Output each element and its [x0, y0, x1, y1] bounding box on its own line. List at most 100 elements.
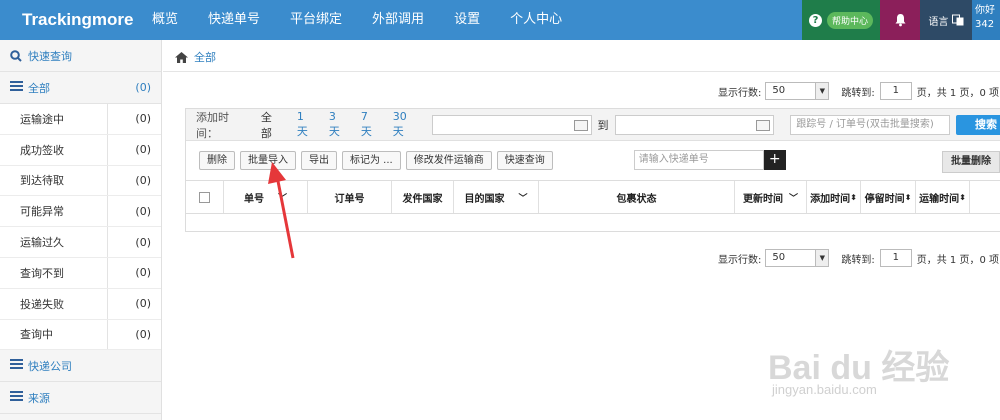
start-date-input[interactable]	[431, 114, 592, 135]
col-package-status[interactable]: 包裹状态	[539, 181, 735, 213]
filter-bar: 添加时间： 全部 1天 3天 7天 30天 到 跟踪号 / 订单号(双击批量搜索…	[186, 109, 1000, 141]
filter-1day[interactable]: 1天	[297, 110, 315, 139]
add-time-label: 添加时间：	[196, 110, 229, 140]
col-update-time[interactable]: 更新时间 ﹀	[735, 181, 807, 213]
sort-icon[interactable]: ⬍	[850, 193, 857, 202]
sidebar-item-pickup[interactable]: 到达待取 (0)	[0, 165, 161, 197]
rows-value: 50	[772, 252, 786, 263]
sidebar-item-not-found[interactable]: 查询不到 (0)	[0, 257, 161, 289]
quick-tracking-input[interactable]: 请输入快递单号	[633, 150, 764, 170]
page-summary: 页，共 1 页，0 项	[916, 87, 1000, 99]
filter-30days[interactable]: 30天	[393, 110, 418, 139]
rows-label: 显示行数:	[718, 254, 762, 266]
list-icon	[10, 359, 28, 372]
user-greeting[interactable]: 你好 342	[972, 0, 1000, 40]
list-icon	[10, 81, 28, 94]
col-destination-country[interactable]: 目的国家 ﹀	[454, 181, 539, 213]
col-origin-country[interactable]: 发件国家	[392, 181, 454, 213]
quick-query-button[interactable]: 快速查询	[496, 150, 553, 170]
sidebar-item-count: (0)	[135, 204, 151, 218]
home-icon[interactable]	[175, 51, 188, 63]
sidebar-item-count: (0)	[135, 112, 151, 126]
notification-button[interactable]	[880, 0, 920, 40]
nav-settings[interactable]: 设置	[439, 0, 495, 40]
nav-tracking-numbers[interactable]: 快递单号	[193, 0, 275, 40]
col-transit-time[interactable]: 运输时间 ⬍	[916, 181, 970, 213]
search-button[interactable]: 搜索	[956, 114, 1000, 135]
rows-value: 50	[772, 85, 786, 96]
nav-personal-center[interactable]: 个人中心	[495, 0, 577, 40]
help-center-label: 帮助中心	[826, 11, 873, 29]
nav-external-api[interactable]: 外部调用	[357, 0, 439, 40]
filter-all[interactable]: 全部	[261, 109, 283, 141]
breadcrumb: 全部	[175, 48, 216, 66]
rows-per-page-select[interactable]: 50 ▼	[765, 82, 830, 100]
sidebar-item-undelivered[interactable]: 投递失败 (0)	[0, 288, 161, 320]
bulk-delete-button[interactable]: 批量删除	[942, 151, 1000, 173]
mark-as-dropdown[interactable]: 标记为 ...	[342, 150, 401, 170]
top-right-tools: ? 帮助中心 语言 你好 342	[802, 0, 1000, 40]
chevron-down-icon[interactable]: ﹀	[518, 191, 527, 204]
sort-icon[interactable]: ⬍	[959, 193, 966, 202]
sidebar-item-delivered[interactable]: 成功签收 (0)	[0, 134, 161, 166]
filter-7days[interactable]: 7天	[361, 110, 379, 139]
sidebar-item-count: (0)	[135, 297, 151, 311]
sidebar-item-courier[interactable]: 快递公司	[0, 350, 161, 383]
nav-platform-binding[interactable]: 平台绑定	[275, 0, 357, 40]
rows-label: 显示行数:	[718, 87, 762, 99]
sidebar-item-count: (0)	[135, 143, 151, 157]
change-carrier-button[interactable]: 修改发件运输商	[405, 150, 492, 170]
sidebar-item-label: 全部	[28, 81, 50, 95]
col-order-number[interactable]: 订单号	[308, 181, 392, 213]
question-icon: ?	[808, 13, 822, 27]
col-tracking-number[interactable]: 单号 ﹀	[224, 181, 308, 213]
sort-icon[interactable]: ⬍	[905, 193, 912, 202]
nav-overview[interactable]: 概览	[152, 0, 193, 40]
sidebar-item-source[interactable]: 来源	[0, 382, 161, 415]
sidebar-item-exception[interactable]: 可能异常 (0)	[0, 196, 161, 228]
sidebar-item-expired[interactable]: 运输过久 (0)	[0, 227, 161, 258]
sidebar-item-label: 到达待取	[20, 174, 64, 188]
tracking-search-input[interactable]: 跟踪号 / 订单号(双击批量搜索)	[790, 114, 951, 135]
bell-icon	[895, 14, 905, 27]
rows-per-page-select[interactable]: 50 ▼	[765, 249, 830, 267]
chevron-down-icon[interactable]: ﹀	[278, 191, 287, 204]
chevron-down-icon: ▼	[815, 250, 829, 266]
language-label: 语言	[928, 16, 949, 28]
sidebar-item-count: (0)	[135, 173, 151, 187]
col-stay-time[interactable]: 停留时间 ⬍	[861, 181, 916, 213]
filter-3days[interactable]: 3天	[329, 110, 347, 139]
calendar-icon[interactable]	[756, 119, 771, 131]
sidebar-item-quick-query[interactable]: 快速查询	[0, 40, 161, 72]
sidebar-item-in-transit[interactable]: 运输途中 (0)	[0, 104, 161, 135]
sidebar-item-count: (0)	[135, 327, 151, 341]
delete-button[interactable]: 删除	[199, 150, 235, 170]
select-all-checkbox[interactable]	[199, 191, 210, 203]
help-center-button[interactable]: ? 帮助中心	[802, 0, 880, 40]
calendar-icon[interactable]	[573, 119, 588, 131]
bulk-import-button[interactable]: 批量导入	[240, 150, 296, 170]
pager-bottom: 显示行数: 50 ▼ 跳转到: 1 页，共 1 页，0 项	[718, 248, 999, 268]
breadcrumb-all[interactable]: 全部	[194, 49, 216, 65]
language-icon	[951, 14, 963, 26]
language-button[interactable]: 语言	[920, 0, 972, 40]
add-tracking-button[interactable]: +	[763, 150, 786, 170]
sidebar-item-label: 查询不到	[20, 266, 64, 280]
end-date-input[interactable]	[614, 114, 775, 135]
table-header: 单号 ﹀ 订单号 发件国家 目的国家 ﹀ 包裹状态 更新时间 ﹀ 添加时间 ⬍ 停留时间…	[186, 180, 1000, 214]
sidebar-item-label: 来源	[28, 391, 50, 405]
sidebar-item-label: 快速查询	[28, 49, 72, 63]
col-add-time[interactable]: 添加时间 ⬍	[807, 181, 861, 213]
chevron-down-icon[interactable]: ﹀	[789, 191, 798, 204]
list-icon	[10, 391, 28, 404]
export-button[interactable]: 导出	[301, 150, 337, 170]
sidebar-item-label: 快递公司	[28, 359, 72, 373]
sidebar-item-label: 投递失败	[20, 297, 64, 311]
sidebar-item-count: (0)	[135, 266, 151, 280]
brand-logo[interactable]: Trackingmore	[0, 10, 152, 30]
sidebar-item-all[interactable]: 全部 (0)	[0, 72, 161, 104]
search-icon	[10, 49, 22, 62]
sidebar-item-pending[interactable]: 查询中 (0)	[0, 319, 161, 351]
page-jump-input[interactable]: 1	[879, 82, 912, 100]
page-jump-input[interactable]: 1	[879, 249, 912, 267]
